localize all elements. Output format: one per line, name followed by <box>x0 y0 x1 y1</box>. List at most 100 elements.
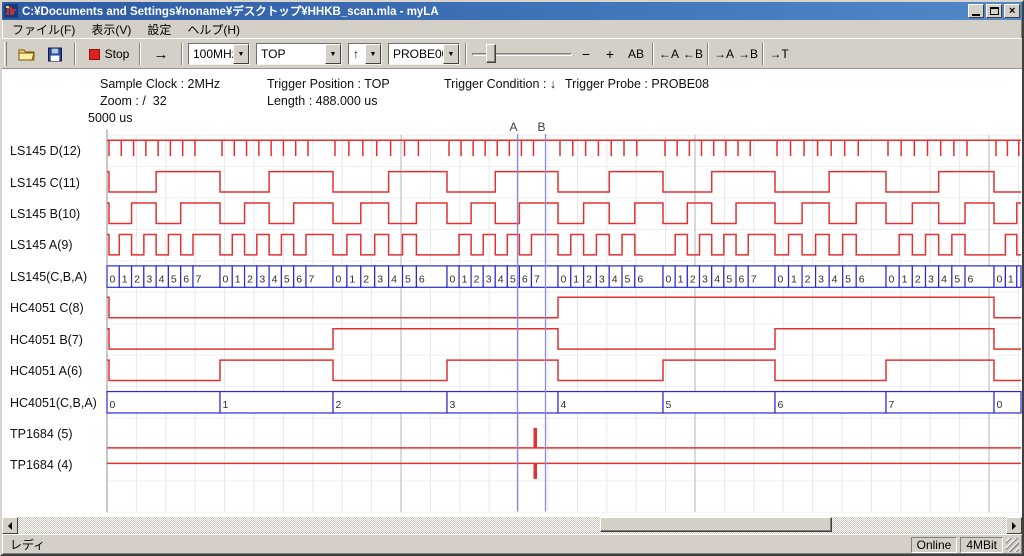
svg-text:2: 2 <box>336 399 342 411</box>
save-floppy-icon <box>47 47 63 62</box>
resize-grip[interactable] <box>1006 538 1019 552</box>
titlebar[interactable]: C:¥Documents and Settings¥noname¥デスクトップ¥… <box>2 2 1022 20</box>
svg-text:2: 2 <box>805 273 811 285</box>
svg-text:4: 4 <box>832 273 838 285</box>
svg-text:3: 3 <box>146 273 152 285</box>
svg-text:3: 3 <box>259 273 265 285</box>
zoom-out-button[interactable]: − <box>574 42 598 66</box>
chevron-down-icon[interactable]: ▼ <box>443 44 459 64</box>
scrollbar-thumb[interactable] <box>600 517 832 532</box>
save-file-button[interactable] <box>42 42 68 66</box>
close-button[interactable]: × <box>1004 4 1020 18</box>
svg-text:1: 1 <box>791 273 797 285</box>
waveform-plot: 0123456701234567012345601234567012345601… <box>2 69 1022 517</box>
svg-text:0: 0 <box>889 273 895 285</box>
svg-text:7: 7 <box>889 399 895 411</box>
svg-text:0: 0 <box>561 273 567 285</box>
app-icon <box>4 4 18 18</box>
scroll-right-button[interactable] <box>1006 517 1022 534</box>
chevron-down-icon[interactable]: ▼ <box>325 44 341 64</box>
run-arrow-icon: → <box>154 46 169 63</box>
window-title: C:¥Documents and Settings¥noname¥デスクトップ¥… <box>22 3 968 19</box>
waveform-ls145-b-10 <box>107 203 1021 223</box>
scroll-left-button[interactable] <box>2 517 18 534</box>
chevron-down-icon[interactable]: ▼ <box>365 44 381 64</box>
status-online-badge: Online <box>911 537 958 553</box>
zoom-ab-button[interactable]: AB <box>622 42 650 66</box>
svg-text:5: 5 <box>954 273 960 285</box>
zoom-slider-handle[interactable] <box>486 44 496 63</box>
trigger-edge-combo[interactable]: ↑ ▼ <box>348 43 382 65</box>
svg-text:1: 1 <box>235 273 241 285</box>
svg-text:0: 0 <box>666 273 672 285</box>
toolbar-separator <box>652 43 654 65</box>
trigger-probe-value: PROBE00 <box>389 44 443 64</box>
svg-text:1: 1 <box>122 273 128 285</box>
move-b-right-button[interactable]: →B <box>736 42 760 66</box>
triangle-left-icon <box>4 522 12 530</box>
svg-text:1: 1 <box>223 399 229 411</box>
trigger-probe-combo[interactable]: PROBE00 ▼ <box>388 43 460 65</box>
zoom-slider[interactable] <box>472 42 572 66</box>
goto-trigger-button[interactable]: →T <box>767 42 791 66</box>
menu-view[interactable]: 表示(V) <box>83 20 139 39</box>
svg-text:5: 5 <box>405 273 411 285</box>
app-window: C:¥Documents and Settings¥noname¥デスクトップ¥… <box>0 0 1024 556</box>
waveform-hc4051-b-7 <box>107 329 1021 349</box>
svg-text:2: 2 <box>915 273 921 285</box>
svg-text:5: 5 <box>171 273 177 285</box>
svg-text:1: 1 <box>349 273 355 285</box>
svg-text:2: 2 <box>363 273 369 285</box>
svg-text:6: 6 <box>522 273 528 285</box>
toolbar-separator <box>707 43 709 65</box>
ab-label: AB <box>628 47 644 61</box>
minimize-button[interactable] <box>968 4 984 18</box>
cursor-b[interactable]: B <box>537 120 545 512</box>
svg-text:0: 0 <box>450 273 456 285</box>
trigger-edge-value: ↑ <box>349 44 365 64</box>
svg-text:2: 2 <box>134 273 140 285</box>
run-button[interactable]: → <box>145 42 177 66</box>
svg-text:2: 2 <box>247 273 253 285</box>
svg-text:4: 4 <box>714 273 720 285</box>
svg-text:3: 3 <box>928 273 934 285</box>
waveform-tp1684-4 <box>107 463 1021 479</box>
sample-clock-combo[interactable]: 100MHz ▼ <box>188 43 250 65</box>
move-a-right-button[interactable]: →A <box>712 42 736 66</box>
status-memory-badge: 4MBit <box>960 537 1003 553</box>
scrollbar-track[interactable] <box>18 517 1006 534</box>
move-a-left-button[interactable]: ←A <box>657 42 681 66</box>
toolbar-grip[interactable] <box>4 42 7 66</box>
cursor-a[interactable]: A <box>509 120 517 512</box>
maximize-button[interactable] <box>986 4 1002 18</box>
svg-text:4: 4 <box>159 273 165 285</box>
svg-text:0: 0 <box>110 273 116 285</box>
menubar: ファイル(F) 表示(V) 設定 ヘルプ(H) <box>2 20 1022 38</box>
chevron-down-icon[interactable]: ▼ <box>233 44 249 64</box>
svg-text:0: 0 <box>223 273 229 285</box>
zoom-in-button[interactable]: + <box>598 42 622 66</box>
open-folder-icon <box>18 47 36 62</box>
toolbar: Stop → 100MHz ▼ TOP ▼ ↑ ▼ PROBE00 ▼ − + … <box>2 38 1022 69</box>
svg-text:6: 6 <box>637 273 643 285</box>
arrow-left-a-icon: ←A <box>659 47 679 61</box>
arrow-right-a-icon: →A <box>714 47 734 61</box>
stop-label: Stop <box>105 47 130 61</box>
svg-text:1: 1 <box>1008 273 1014 285</box>
trigger-position-combo[interactable]: TOP ▼ <box>256 43 342 65</box>
menu-help[interactable]: ヘルプ(H) <box>179 20 248 39</box>
open-file-button[interactable] <box>14 42 40 66</box>
sample-clock-value: 100MHz <box>189 44 233 64</box>
stop-icon <box>89 49 100 60</box>
waveform-ls145-c-b-a: 0123456701234567012345601234567012345601… <box>107 266 1021 287</box>
arrow-trigger-icon: →T <box>769 47 788 61</box>
svg-text:6: 6 <box>183 273 189 285</box>
menu-settings[interactable]: 設定 <box>139 20 179 39</box>
svg-text:7: 7 <box>195 273 201 285</box>
move-b-left-button[interactable]: ←B <box>681 42 705 66</box>
stop-button[interactable]: Stop <box>82 42 136 66</box>
svg-text:4: 4 <box>391 273 397 285</box>
menu-file[interactable]: ファイル(F) <box>4 20 83 39</box>
toolbar-separator <box>181 43 183 65</box>
plus-icon: + <box>606 46 614 62</box>
